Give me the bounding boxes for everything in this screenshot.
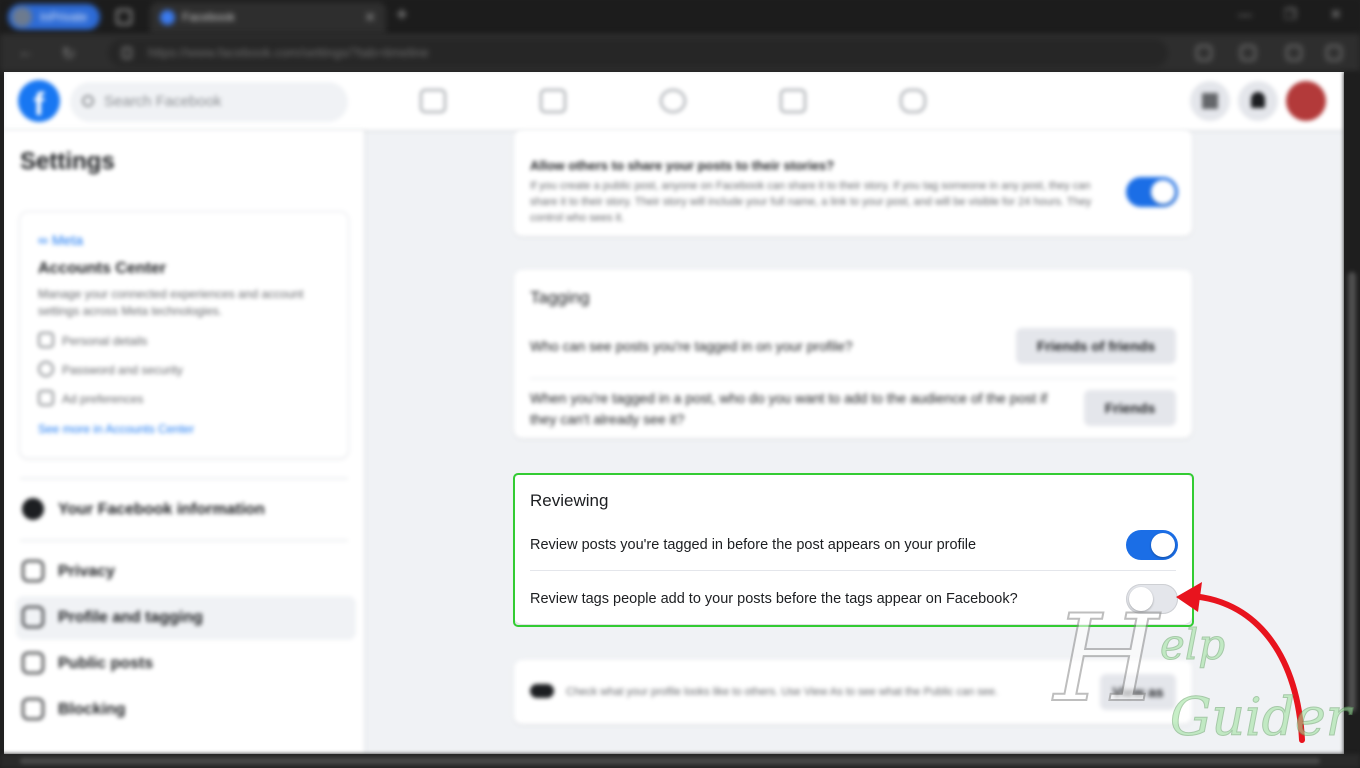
profile-label: InPrivate [40,10,88,24]
sidebar-item-label: Public posts [58,655,154,672]
sidebar-divider [20,540,348,541]
friends-button[interactable]: Friends [1084,390,1176,426]
view-as-description: Check what your profile looks like to ot… [566,686,999,698]
scrollbar-thumb[interactable] [20,758,1320,764]
shield-icon [38,361,54,377]
monitor-icon [38,390,54,406]
tagging-card: Tagging Who can see posts you're tagged … [514,270,1192,438]
tagging-title: Tagging [530,288,590,307]
personal-details-item[interactable]: Personal details [38,332,148,348]
back-arrow-icon[interactable]: ← [18,44,34,62]
minimize-button[interactable]: — [1238,6,1252,22]
new-tab-button[interactable]: + [396,4,408,27]
tab-actions-icon[interactable] [116,9,132,25]
scrollbar-thumb[interactable] [1348,272,1356,712]
sidebar-item-public-posts[interactable]: Public posts [16,642,356,686]
sidebar-item-label: Your Facebook information [58,501,265,518]
view-as-button[interactable]: View as [1100,674,1176,710]
friends-icon[interactable] [540,89,566,113]
eye-icon [530,684,554,698]
url-field[interactable]: https://www.facebook.com/settings/?tab=t… [108,39,1168,67]
sidebar-item-blocking[interactable]: Blocking [16,688,356,732]
settings-title: Settings [20,148,115,175]
refresh-icon[interactable]: ↻ [62,44,75,64]
more-menu-icon[interactable] [1326,45,1342,61]
notifications-bell-icon[interactable] [1238,81,1278,121]
toggle-knob [1129,587,1153,611]
extensions-icon[interactable] [1196,45,1212,61]
tagging-row-label: When you're tagged in a post, who do you… [530,390,1048,427]
reviewing-title: Reviewing [530,491,609,510]
tagging-row-label: Who can see posts you're tagged in on yo… [530,338,853,354]
password-security-item[interactable]: Password and security [38,361,183,377]
sidebar-divider [20,478,348,479]
stories-description: If you create a public post, anyone on F… [530,180,1092,224]
accounts-center-link[interactable]: See more in Accounts Center [38,422,194,436]
browser-tab-bar: InPrivate Facebook ✕ + — ❐ ✕ [0,0,1360,34]
facebook-icon [22,498,44,520]
lock-icon [122,47,132,59]
sidebar-item-label: Privacy [58,563,115,580]
accounts-center-card[interactable]: ∞ Meta Accounts Center Manage your conne… [20,212,348,458]
toggle-knob [1151,533,1175,557]
menu-grid-icon[interactable] [1190,81,1230,121]
public-posts-icon [22,652,44,674]
review-posts-label: Review posts you're tagged in before the… [530,537,977,553]
lock-icon [22,560,44,582]
stories-sharing-toggle[interactable] [1126,177,1178,207]
meta-logo: ∞ Meta [38,232,83,248]
horizontal-scrollbar[interactable] [0,754,1360,768]
favorites-icon[interactable] [1240,45,1256,61]
stories-question: Allow others to share your posts to thei… [530,158,835,173]
acct-item-label: Password and security [62,363,183,377]
marketplace-icon[interactable] [780,89,806,113]
accounts-center-title: Accounts Center [38,260,167,277]
row-divider [530,570,1176,571]
collections-icon[interactable] [1286,45,1302,61]
gaming-icon[interactable] [900,89,926,113]
facebook-logo[interactable]: f [18,80,60,122]
block-user-icon [22,698,44,720]
review-tags-toggle[interactable] [1126,584,1178,614]
vertical-scrollbar[interactable] [1344,72,1360,754]
browser-tab-facebook[interactable]: Facebook ✕ [150,2,386,34]
home-icon[interactable] [420,89,446,113]
facebook-page: f Search Facebook Settings ∞ Meta Accoun… [4,72,1344,754]
search-placeholder: Search Facebook [104,93,222,110]
close-window-button[interactable]: ✕ [1330,6,1342,23]
search-icon [82,95,94,107]
acct-item-label: Ad preferences [62,392,144,406]
acct-item-label: Personal details [62,334,148,348]
sidebar-item-your-facebook-information[interactable]: Your Facebook information [16,488,356,532]
sidebar-item-label: Profile and tagging [58,609,203,626]
browser-profile-button[interactable]: InPrivate [8,4,100,30]
ad-preferences-item[interactable]: Ad preferences [38,390,144,406]
view-as-card: Check what your profile looks like to ot… [514,660,1192,724]
tab-close-icon[interactable]: ✕ [364,2,376,32]
url-text: https://www.facebook.com/settings/?tab=t… [148,45,429,60]
stories-sharing-card: Allow others to share your posts to thei… [514,130,1192,236]
tab-title: Facebook [182,10,235,24]
settings-sidebar: Settings ∞ Meta Accounts Center Manage y… [4,130,364,754]
id-card-icon [38,332,54,348]
reviewing-card: Reviewing Review posts you're tagged in … [514,474,1192,624]
restore-button[interactable]: ❐ [1284,6,1297,23]
facebook-favicon-icon [160,10,175,25]
review-posts-toggle[interactable] [1126,530,1178,560]
toggle-knob [1151,180,1175,204]
facebook-header: f Search Facebook [4,72,1344,130]
profile-avatar-icon [12,7,32,27]
sidebar-item-privacy[interactable]: Privacy [16,550,356,594]
friends-of-friends-button[interactable]: Friends of friends [1016,328,1176,364]
row-divider [530,378,1176,379]
accounts-center-description: Manage your connected experiences and ac… [38,287,304,318]
sidebar-item-label: Blocking [58,701,126,718]
sidebar-item-profile-and-tagging[interactable]: Profile and tagging [16,596,356,640]
account-avatar[interactable] [1286,81,1326,121]
search-facebook-input[interactable]: Search Facebook [70,82,348,122]
browser-address-bar: ← ↻ https://www.facebook.com/settings/?t… [0,34,1360,72]
review-tags-label: Review tags people add to your posts bef… [530,591,1018,607]
tag-icon [22,606,44,628]
watch-icon[interactable] [660,89,686,113]
